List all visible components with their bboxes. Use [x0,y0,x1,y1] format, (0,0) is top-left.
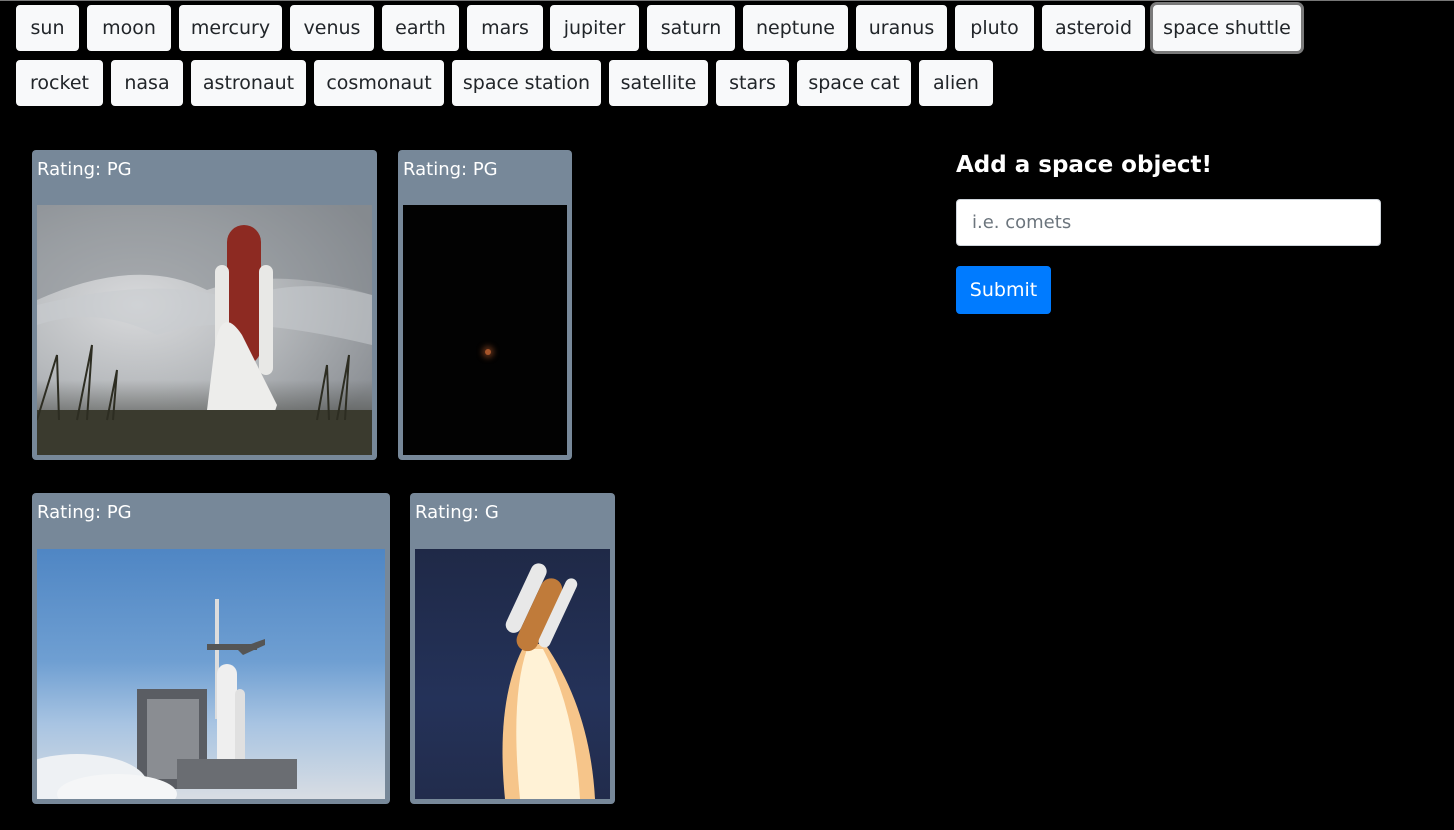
topic-button-stars[interactable]: stars [716,60,789,106]
space-shuttle-illustration [37,205,372,455]
topic-button-nasa[interactable]: nasa [111,60,183,106]
topic-buttons: sun moon mercury venus earth mars jupite… [0,0,1454,120]
gif-rating: Rating: PG [37,159,132,180]
launch-glow-icon [485,349,491,355]
topic-button-neptune[interactable]: neptune [743,5,848,51]
topic-button-pluto[interactable]: pluto [955,5,1034,51]
topic-button-moon[interactable]: moon [87,5,171,51]
topic-button-saturn[interactable]: saturn [647,5,735,51]
launch-pad-illustration [37,599,297,799]
topic-button-satellite[interactable]: satellite [609,60,708,106]
topic-button-jupiter[interactable]: jupiter [550,5,639,51]
topic-button-mercury[interactable]: mercury [179,5,282,51]
topic-button-cosmonaut[interactable]: cosmonaut [314,60,444,106]
topic-button-uranus[interactable]: uranus [856,5,947,51]
topic-button-mars[interactable]: mars [467,5,543,51]
gif-image[interactable] [37,205,372,455]
topic-button-venus[interactable]: venus [290,5,374,51]
topic-button-asteroid[interactable]: asteroid [1042,5,1145,51]
gif-rating: Rating: G [415,502,499,523]
gif-rating: Rating: PG [37,502,132,523]
topic-button-rocket[interactable]: rocket [16,60,103,106]
topic-button-space-cat[interactable]: space cat [797,60,911,106]
gif-card[interactable]: Rating: PG [398,150,572,460]
gif-card[interactable]: Rating: PG [32,150,377,460]
form-title: Add a space object! [956,152,1213,178]
liftoff-illustration [502,563,595,799]
gif-image[interactable] [415,549,610,799]
topic-button-earth[interactable]: earth [382,5,459,51]
gif-image[interactable] [403,205,567,455]
space-object-input[interactable] [956,199,1381,246]
gif-image[interactable] [37,549,385,799]
topic-button-sun[interactable]: sun [16,5,79,51]
submit-button[interactable]: Submit [956,266,1051,314]
topic-button-astronaut[interactable]: astronaut [191,60,306,106]
gif-rating: Rating: PG [403,159,498,180]
topic-button-space-station[interactable]: space station [452,60,601,106]
topic-button-space-shuttle[interactable]: space shuttle [1153,5,1301,51]
topic-button-alien[interactable]: alien [919,60,993,106]
gif-card[interactable]: Rating: G [410,493,615,804]
gif-card[interactable]: Rating: PG [32,493,390,804]
